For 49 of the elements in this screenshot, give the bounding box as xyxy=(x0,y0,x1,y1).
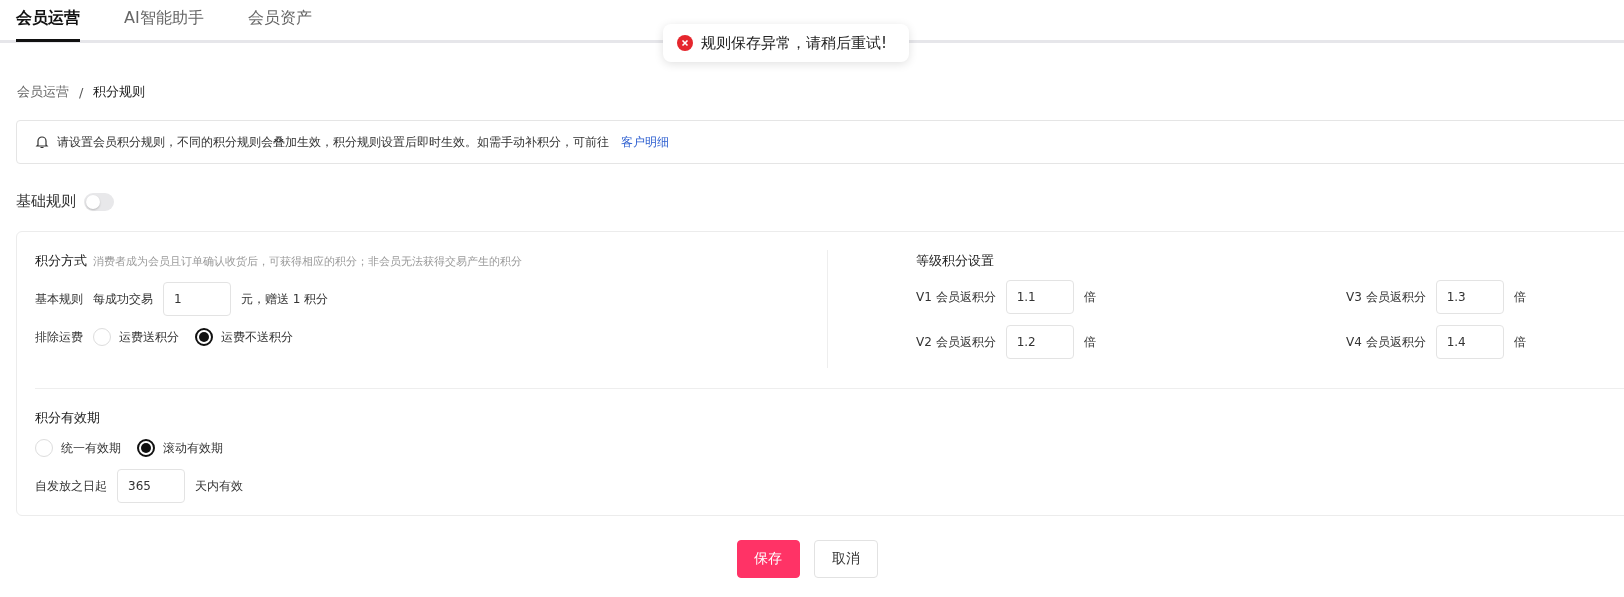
toggle-switch[interactable] xyxy=(84,192,114,211)
unit-label: 倍 xyxy=(1083,288,1096,306)
radio-label: 运费不送积分 xyxy=(221,328,293,346)
days-input[interactable]: 365 xyxy=(117,469,185,503)
level-label: V4 会员返积分 xyxy=(1346,333,1426,351)
cancel-button[interactable]: 取消 xyxy=(813,540,878,578)
radio-option[interactable]: 滚动有效期 xyxy=(137,439,223,457)
notice-text: 请设置会员积分规则，不同的积分规则会叠加生效，积分规则设置后即时生效。如需手动补积分，可前往 xyxy=(57,133,609,151)
field-label: 天内有效 xyxy=(195,477,243,495)
field-title: 等级积分设置 xyxy=(916,252,995,270)
tab[interactable]: AI智能助手 xyxy=(124,0,204,42)
radio-label: 运费送积分 xyxy=(119,328,179,346)
hint-text: 消费者成为会员且订单确认收货后，可获得相应的积分；非会员无法获得交易产生的积分 xyxy=(93,255,522,268)
error-icon xyxy=(677,35,693,51)
radio-option[interactable]: 运费不送积分 xyxy=(195,328,293,346)
breadcrumb-item: 积分规则 xyxy=(93,83,146,101)
level-label: V1 会员返积分 xyxy=(916,288,996,306)
field-title: 积分有效期 xyxy=(35,409,101,427)
level-label: V2 会员返积分 xyxy=(916,333,996,351)
field-label: 排除运费 xyxy=(35,328,83,346)
multiplier-input[interactable]: 1.3 xyxy=(1435,280,1504,314)
radio-option[interactable]: 统一有效期 xyxy=(35,439,121,457)
radio-option[interactable]: 运费送积分 xyxy=(93,328,179,346)
multiplier-input[interactable]: 1.2 xyxy=(1005,325,1074,359)
field-label: 每成功交易 xyxy=(93,290,153,308)
radio-icon[interactable] xyxy=(137,439,155,457)
tab[interactable]: 会员运营 xyxy=(16,0,80,42)
bell-icon xyxy=(35,135,49,149)
amount-input[interactable]: 1 xyxy=(163,282,231,316)
tab[interactable]: 会员资产 xyxy=(247,0,312,42)
field-label: 基本规则 xyxy=(35,290,83,308)
toast-message: 规则保存异常，请稍后重试! xyxy=(701,33,887,53)
field-label: 元，赠送 1 积分 xyxy=(241,290,329,308)
level-label: V3 会员返积分 xyxy=(1346,288,1426,306)
save-button[interactable]: 保存 xyxy=(736,540,800,578)
field-label: 自发放之日起 xyxy=(35,477,107,495)
radio-label: 统一有效期 xyxy=(61,439,121,457)
radio-label: 滚动有效期 xyxy=(163,439,223,457)
multiplier-input[interactable]: 1.1 xyxy=(1005,280,1074,314)
breadcrumb-item[interactable]: 会员运营 xyxy=(17,83,69,101)
field-title: 积分方式 xyxy=(35,253,87,268)
multiplier-input[interactable]: 1.4 xyxy=(1435,325,1504,359)
radio-icon[interactable] xyxy=(195,328,213,346)
unit-label: 倍 xyxy=(1083,333,1096,351)
customer-detail-link[interactable]: 客户明细 xyxy=(621,133,669,151)
unit-label: 倍 xyxy=(1513,333,1526,351)
unit-label: 倍 xyxy=(1513,288,1526,306)
section-title: 基础规则 xyxy=(16,192,76,211)
breadcrumb-separator: / xyxy=(79,84,84,100)
